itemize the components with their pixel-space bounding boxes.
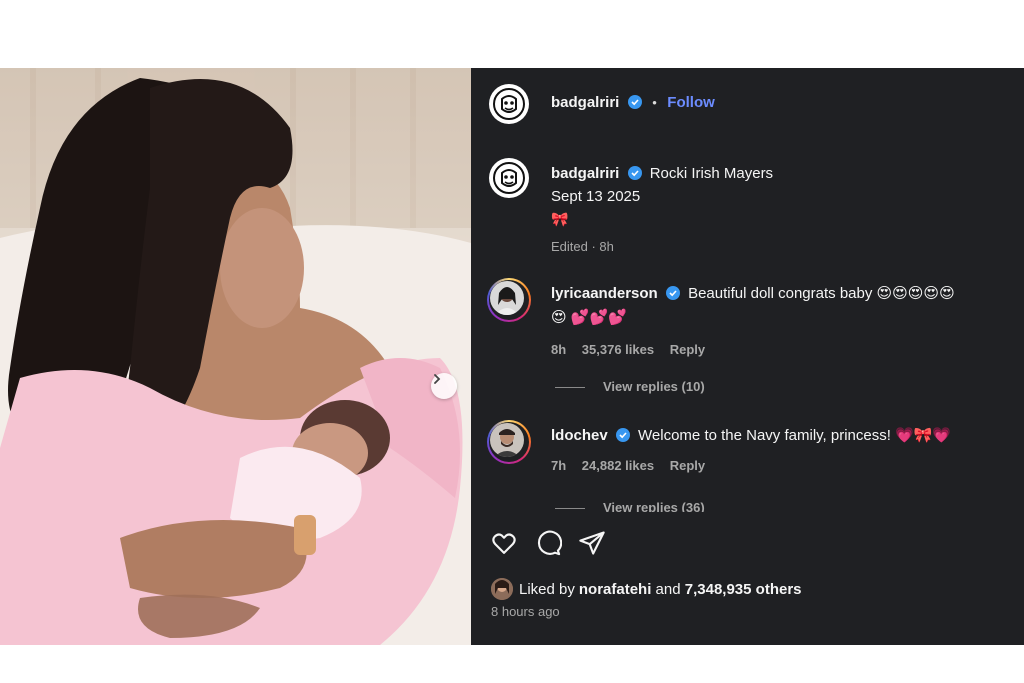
likes-prefix: Liked by	[519, 580, 575, 598]
comment-age: 8h	[551, 342, 567, 357]
comment: ldochev Welcome to the Navy family, prin…	[551, 424, 1013, 478]
verified-badge-icon	[665, 286, 680, 300]
comment-meta: 7h 24,882 likes Reply	[551, 454, 1013, 478]
reply-button[interactable]: Reply	[670, 458, 705, 473]
caption-emoji: 🎀	[551, 211, 569, 227]
reply-button[interactable]: Reply	[670, 342, 705, 357]
caption-title: Rocki Irish Mayers	[649, 165, 774, 182]
caption-username[interactable]: badgalriri	[551, 165, 619, 182]
edited-label: Edited · 8h	[551, 239, 614, 254]
share-button[interactable]	[577, 528, 607, 558]
comment-icon	[537, 530, 562, 556]
comment-button[interactable]	[533, 528, 563, 558]
comment-text: Beautiful doll congrats baby 😍😍😍😍😍	[688, 285, 955, 302]
view-replies-label: View replies (36)	[603, 500, 705, 512]
follow-button[interactable]: Follow	[667, 94, 715, 111]
post-photo[interactable]	[0, 68, 471, 645]
commenter-avatar[interactable]	[487, 420, 531, 464]
comment-meta: 8h 35,376 likes Reply	[551, 338, 1013, 362]
post-side-panel: badgalriri • Follow badgalriri Rocki Iri…	[471, 68, 1024, 645]
view-replies-label: View replies (10)	[603, 379, 705, 394]
verified-badge-icon	[627, 95, 642, 109]
view-replies-button[interactable]: View replies (10)	[555, 379, 705, 394]
like-button[interactable]	[489, 528, 519, 558]
avatar-photo	[490, 423, 524, 457]
divider-line	[555, 508, 585, 510]
divider-line	[555, 387, 585, 389]
next-image-button[interactable]	[431, 373, 457, 399]
fenty-logo-icon	[493, 88, 525, 120]
share-icon	[579, 531, 605, 555]
commenter-avatar[interactable]	[487, 278, 531, 322]
comment-text: Welcome to the Navy family, princess! 💗🎀…	[638, 427, 952, 444]
heart-icon	[492, 533, 516, 554]
separator-dot: •	[652, 95, 657, 110]
comment-username[interactable]: ldochev	[551, 427, 608, 444]
liker-avatar	[491, 578, 513, 600]
comment-likes[interactable]: 35,376 likes	[582, 342, 654, 357]
post-header: badgalriri • Follow	[471, 68, 1024, 138]
comment-text-continued: 😍 💕💕💕	[551, 309, 627, 326]
avatar-photo	[490, 281, 524, 315]
verified-badge-icon	[615, 428, 630, 442]
fenty-logo-icon	[493, 162, 525, 194]
header-user-line: badgalriri • Follow	[551, 94, 715, 112]
author-username[interactable]: badgalriri	[551, 94, 619, 111]
photo-illustration	[0, 68, 471, 645]
verified-badge-icon	[627, 166, 642, 180]
likes-summary[interactable]: Liked by norafatehi and 7,348,935 others	[491, 578, 802, 600]
liker-username[interactable]: norafatehi	[579, 581, 652, 598]
post-caption: badgalriri Rocki Irish Mayers Sept 13 20…	[551, 162, 1001, 258]
comment-username[interactable]: lyricaanderson	[551, 285, 658, 302]
comment: lyricaanderson Beautiful doll congrats b…	[551, 282, 1013, 362]
likes-others-count[interactable]: 7,348,935 others	[685, 581, 802, 598]
post-timestamp: 8 hours ago	[491, 604, 560, 619]
comment-likes[interactable]: 24,882 likes	[582, 458, 654, 473]
view-replies-button[interactable]: View replies (36)	[555, 500, 705, 512]
caption-date: Sept 13 2025	[551, 188, 641, 205]
likes-middle: and	[651, 580, 685, 598]
instagram-post: badgalriri • Follow badgalriri Rocki Iri…	[0, 68, 1024, 645]
caption-author-avatar[interactable]	[489, 158, 529, 198]
action-bar	[489, 528, 607, 558]
comment-age: 7h	[551, 458, 567, 473]
chevron-right-icon	[434, 374, 441, 384]
author-avatar[interactable]	[489, 84, 529, 124]
